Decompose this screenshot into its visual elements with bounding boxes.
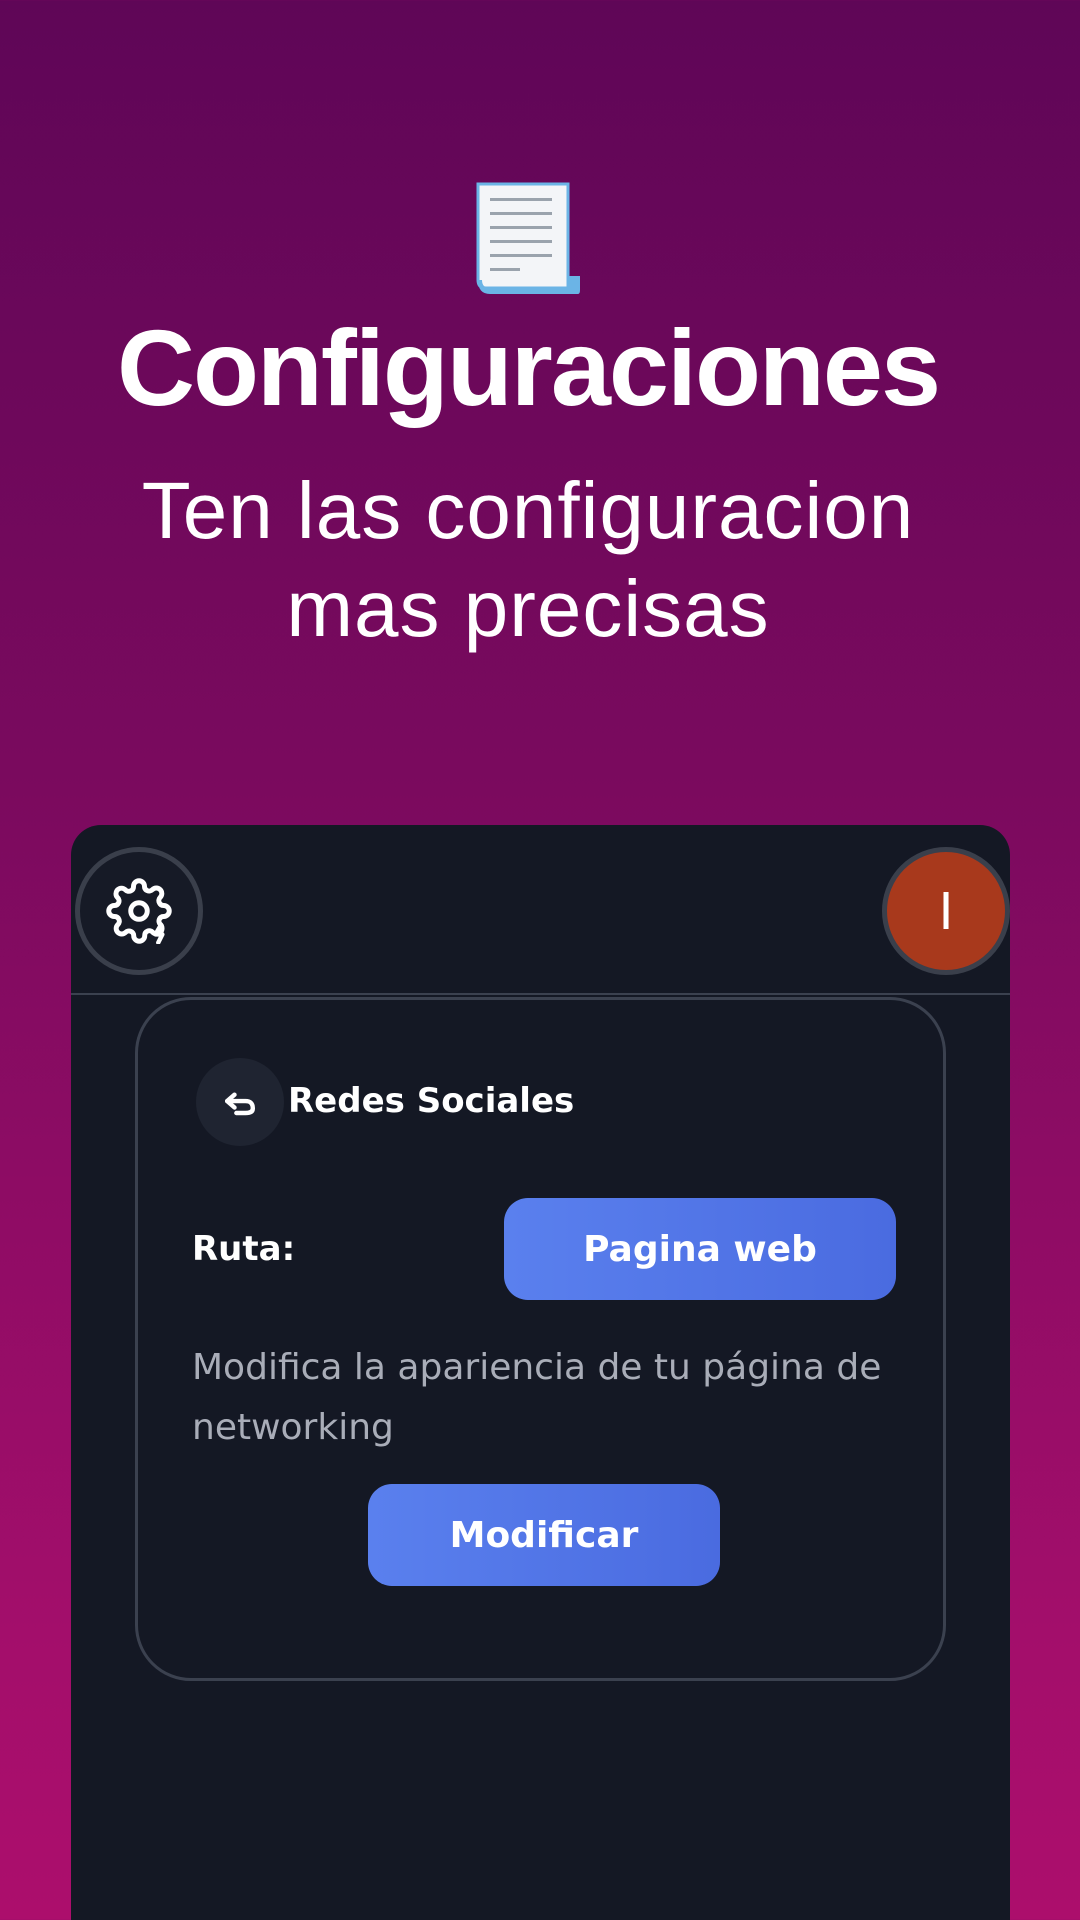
- return-arrow-icon: [224, 1092, 256, 1116]
- avatar-initial: I: [938, 881, 954, 941]
- hero-subtitle-line-2: mas precisas: [286, 564, 770, 653]
- social-networks-card: Redes Sociales Ruta: Pagina web Modifica…: [135, 997, 946, 1681]
- card-description: Modifica la apariencia de tu página de n…: [192, 1347, 882, 1448]
- web-page-button[interactable]: Pagina web: [504, 1198, 896, 1300]
- app-screen-mockup: I Redes Sociales Ruta: Pagina web Modifi…: [71, 825, 1010, 1920]
- gear-bolt-icon: [106, 878, 172, 944]
- settings-button[interactable]: [75, 847, 203, 975]
- card-title: Redes Sociales: [288, 1081, 575, 1121]
- hero-title: Configuraciones: [116, 307, 941, 428]
- hero-subtitle-line-1: Ten las configuracion: [141, 466, 915, 555]
- hero-subtitle: Ten las configuracion mas precisas: [90, 462, 966, 658]
- avatar[interactable]: I: [882, 847, 1010, 975]
- back-button[interactable]: [196, 1058, 284, 1146]
- route-label: Ruta:: [192, 1229, 296, 1269]
- top-bar: I: [71, 825, 1010, 995]
- modify-button[interactable]: Modificar: [368, 1484, 720, 1586]
- page-document-icon: [472, 180, 584, 300]
